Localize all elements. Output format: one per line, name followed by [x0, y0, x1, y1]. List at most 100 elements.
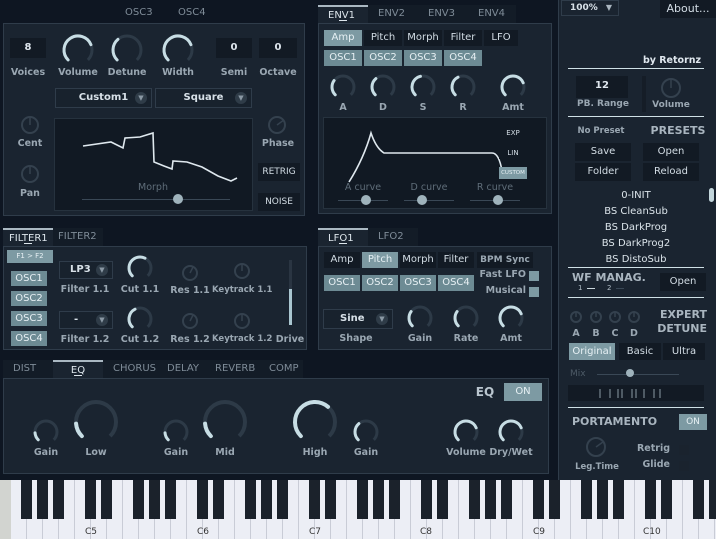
black-key[interactable] [501, 480, 512, 519]
env-release-knob[interactable] [449, 73, 477, 101]
expert-detune-c-knob[interactable] [608, 310, 622, 324]
detune-knob[interactable] [110, 33, 144, 67]
black-key[interactable] [581, 480, 592, 519]
preset-scrollbar[interactable] [709, 188, 714, 202]
black-key[interactable] [261, 480, 272, 519]
tab-reverb[interactable]: REVERB [205, 360, 259, 378]
black-key[interactable] [37, 480, 48, 519]
black-key[interactable] [421, 480, 432, 519]
black-key[interactable] [85, 480, 96, 519]
filter12-select[interactable]: - ▼ [59, 311, 113, 329]
a-curve-thumb[interactable] [360, 195, 371, 205]
filter-osc1[interactable]: OSC1 [11, 271, 47, 286]
black-key[interactable] [485, 480, 496, 519]
drive-slider-track[interactable] [289, 260, 292, 325]
lfo-target-filter[interactable]: Filter [438, 252, 474, 268]
tab-eq[interactable]: EQ [53, 360, 103, 378]
res12-knob[interactable] [181, 312, 199, 330]
morph-slider-track[interactable] [82, 199, 230, 200]
black-key[interactable] [389, 480, 400, 519]
about-button[interactable]: About... [660, 0, 716, 18]
musical-checkbox[interactable] [529, 287, 539, 297]
keytrack12-knob[interactable] [233, 312, 251, 330]
lfo-gain-knob[interactable] [406, 304, 434, 332]
lfo-osc4[interactable]: OSC4 [438, 275, 474, 291]
wavetable-select[interactable]: Custom1 ▼ [55, 88, 152, 108]
filter-routing-button[interactable]: F1 > F2 [7, 250, 53, 263]
lfo-target-amp[interactable]: Amp [324, 252, 360, 268]
d-curve-track[interactable] [404, 200, 454, 201]
cut12-knob[interactable] [126, 305, 154, 333]
pb-range-value[interactable]: 12 [576, 76, 628, 98]
cent-knob[interactable] [20, 115, 40, 135]
width-knob[interactable] [161, 33, 195, 67]
r-curve-thumb[interactable] [492, 195, 503, 205]
leg-time-knob[interactable] [585, 436, 607, 458]
master-volume-knob[interactable] [660, 77, 682, 99]
env-target-filter[interactable]: Filter [444, 30, 482, 46]
env-decay-knob[interactable] [369, 73, 397, 101]
env-target-lfo[interactable]: LFO [484, 30, 518, 46]
waveform-select[interactable]: Square ▼ [155, 88, 252, 108]
black-key[interactable] [709, 480, 716, 519]
preset-reload-button[interactable]: Reload [643, 163, 699, 181]
env-attack-knob[interactable] [329, 73, 357, 101]
env-target-morph[interactable]: Morph [404, 30, 442, 46]
eq-drywet-knob[interactable] [497, 418, 525, 446]
d-curve-thumb[interactable] [416, 195, 427, 205]
curve-mode-lin[interactable]: LIN [499, 147, 527, 159]
tab-env1[interactable]: ENV1 [318, 5, 368, 23]
mix-slider-thumb[interactable] [625, 369, 634, 377]
env-amt-knob[interactable] [499, 73, 527, 101]
cut11-knob[interactable] [126, 254, 154, 282]
tab-osc4[interactable]: OSC4 [168, 4, 216, 22]
lfo-osc3[interactable]: OSC3 [400, 275, 436, 291]
detune-mode-ultra[interactable]: Ultra [663, 343, 705, 360]
lfo-amt-knob[interactable] [497, 304, 525, 332]
detune-mode-original[interactable]: Original [569, 343, 615, 360]
env-sustain-knob[interactable] [409, 73, 437, 101]
eq-high-knob[interactable] [291, 398, 339, 446]
keytrack11-knob[interactable] [233, 262, 251, 280]
black-key[interactable] [277, 480, 288, 519]
tab-comp[interactable]: COMP [259, 360, 303, 378]
tab-filter2[interactable]: FILTER2 [53, 228, 103, 246]
env-osc1[interactable]: OSC1 [324, 50, 362, 66]
filter11-select[interactable]: LP3 ▼ [59, 261, 113, 279]
keyboard-scroll-left[interactable] [0, 480, 11, 539]
eq-low-knob[interactable] [72, 398, 120, 446]
black-key[interactable] [357, 480, 368, 519]
curve-mode-exp[interactable]: EXP [499, 127, 527, 139]
res11-knob[interactable] [181, 264, 199, 282]
preset-item[interactable]: BS DistoSub [570, 254, 702, 265]
preset-item[interactable]: BS DarkProg [570, 222, 702, 233]
tab-env4[interactable]: ENV4 [468, 5, 516, 23]
tab-env3[interactable]: ENV3 [418, 5, 468, 23]
black-key[interactable] [645, 480, 656, 519]
eq-high-gain-knob[interactable] [352, 418, 380, 446]
volume-knob[interactable] [61, 33, 95, 67]
octave-value[interactable]: 0 [259, 38, 297, 58]
fast-lfo-checkbox[interactable] [529, 271, 539, 281]
black-key[interactable] [533, 480, 544, 519]
lfo-shape-select[interactable]: Sine ▼ [323, 309, 393, 329]
retrig-checkbox[interactable] [679, 445, 689, 455]
black-key[interactable] [197, 480, 208, 519]
preset-item[interactable]: BS DarkProg2 [570, 238, 702, 249]
lfo-rate-knob[interactable] [452, 304, 480, 332]
preset-save-button[interactable]: Save [575, 143, 631, 161]
black-key[interactable] [213, 480, 224, 519]
black-key[interactable] [165, 480, 176, 519]
curve-mode-custom[interactable]: CUSTOM [499, 167, 527, 179]
lfo-osc2[interactable]: OSC2 [362, 275, 398, 291]
env-target-amp[interactable]: Amp [324, 30, 362, 46]
preset-item[interactable]: 0-INIT [570, 190, 702, 201]
env-target-pitch[interactable]: Pitch [364, 30, 402, 46]
expert-detune-b-knob[interactable] [589, 310, 603, 324]
black-key[interactable] [661, 480, 672, 519]
env-osc3[interactable]: OSC3 [404, 50, 442, 66]
preset-item[interactable]: BS CleanSub [570, 206, 702, 217]
black-key[interactable] [597, 480, 608, 519]
tab-filter1[interactable]: FILTER1 [3, 228, 53, 246]
filter-osc4[interactable]: OSC4 [11, 331, 47, 346]
